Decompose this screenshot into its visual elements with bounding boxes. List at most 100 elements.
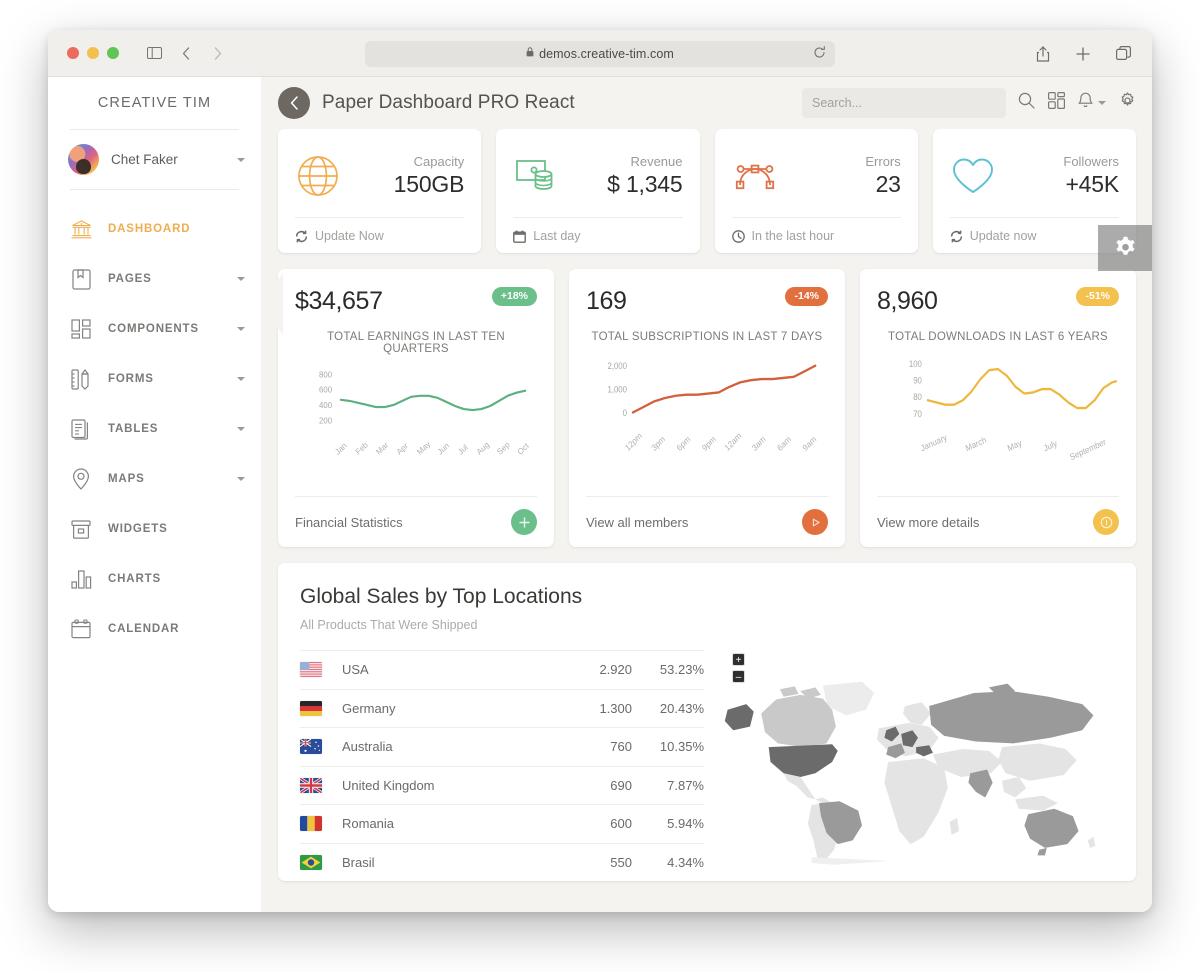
svg-text:90: 90 [913,375,922,386]
chart-plot-downloads[interactable]: 100 90 80 70 January March May [877,349,1119,496]
svg-text:July: July [1042,437,1059,453]
country-value: 1.300 [562,701,632,716]
svg-text:0: 0 [623,407,628,418]
table-row[interactable]: Germany 1.300 20.43% [300,689,704,728]
table-row[interactable]: United Kingdom 690 7.87% [300,766,704,805]
browser-back-button[interactable] [173,40,199,66]
chart-plot-earnings[interactable]: 800 600 400 200 Jan Feb Mar [295,361,537,496]
notifications-button[interactable] [1078,92,1106,114]
browser-forward-button[interactable] [205,40,231,66]
grid-icon [70,318,92,340]
sidebar-item-forms[interactable]: FORMS [48,354,261,404]
stat-value: +45K [1006,171,1119,198]
sidebar-item-tables[interactable]: TABLES [48,404,261,454]
new-tab-icon[interactable] [1070,41,1096,67]
user-profile-row[interactable]: Chet Faker [48,130,261,189]
chevron-down-icon[interactable] [237,427,245,431]
map-zoom-out-button[interactable]: – [732,670,745,683]
main-content: Paper Dashboard PRO React Search... [261,77,1152,912]
chevron-down-icon[interactable] [237,158,245,162]
sidebar-item-calendar[interactable]: CALENDAR [48,604,261,654]
topbar-actions [1018,92,1136,114]
table-row[interactable]: Australia 760 10.35% [300,727,704,766]
sidebar-item-charts[interactable]: CHARTS [48,554,261,604]
vector-icon [732,153,778,199]
chart-footer-label: View all members [586,515,802,530]
chart-plot-subscriptions[interactable]: 2,000 1,000 0 12pm 3pm 6pm 9pm [586,349,828,496]
sidebar-toggle-icon[interactable] [141,40,167,66]
info-button[interactable] [1093,509,1119,535]
settings-panel-toggle[interactable] [1098,225,1152,271]
chevron-down-icon [1098,101,1106,105]
world-map[interactable]: + – [722,650,1114,875]
country-name: Romania [342,816,562,831]
stat-value: 23 [788,171,901,198]
sidebar-nav: DASHBOARD PAGES COMPONENTS [48,190,261,654]
svg-text:Feb: Feb [354,440,370,457]
search-input[interactable]: Search... [802,88,1006,118]
minimize-window-button[interactable] [87,47,99,59]
table-row[interactable]: USA 2.920 53.23% [300,650,704,689]
sidebar-item-pages[interactable]: PAGES [48,254,261,304]
stat-card-capacity: Capacity 150GB Update Now [278,129,481,253]
sidebar-item-label: WIDGETS [108,523,245,535]
refresh-icon [295,230,308,243]
tabs-overview-icon[interactable] [1110,41,1136,67]
sales-table: USA 2.920 53.23% Germany 1.300 20.43 [300,650,704,881]
gear-icon [1112,235,1139,262]
stat-footer[interactable]: Update Now [295,218,464,243]
sidebar-item-widgets[interactable]: WIDGETS [48,504,261,554]
map-zoom-in-button[interactable]: + [732,653,745,666]
stat-footer[interactable]: Update now [950,218,1119,243]
add-button[interactable] [511,509,537,535]
table-row[interactable]: Romania 600 5.94% [300,804,704,843]
stat-footer-label: Update Now [315,229,384,243]
stat-label: Followers [1006,154,1119,170]
chart-footer-label: Financial Statistics [295,515,511,530]
chevron-down-icon[interactable] [237,477,245,481]
search-icon[interactable] [1018,92,1035,114]
globe-icon [295,153,341,199]
address-bar-url: demos.creative-tim.com [539,47,674,61]
chart-headline-value: 169 [586,287,785,316]
brand-title[interactable]: CREATIVE TIM [48,77,261,129]
address-bar[interactable]: demos.creative-tim.com [365,41,835,67]
country-percent: 5.94% [632,816,704,831]
sidebar-item-label: MAPS [108,473,221,485]
sidebar-item-label: CALENDAR [108,623,245,635]
chevron-down-icon[interactable] [237,327,245,331]
svg-text:200: 200 [319,416,333,425]
chart-card-subscriptions: 169 -14% TOTAL SUBSCRIPTIONS IN LAST 7 D… [569,269,845,547]
country-name: Brasil [342,855,562,870]
svg-text:12pm: 12pm [623,430,644,453]
gear-icon[interactable] [1119,92,1136,114]
chevron-down-icon[interactable] [237,377,245,381]
svg-text:Aug: Aug [475,440,491,457]
sidebar-item-components[interactable]: COMPONENTS [48,304,261,354]
play-button[interactable] [802,509,828,535]
country-percent: 20.43% [632,701,704,716]
chevron-down-icon[interactable] [237,277,245,281]
table-row[interactable]: Brasil 550 4.34% [300,843,704,882]
share-icon[interactable] [1030,41,1056,67]
stat-footer[interactable]: Last day [513,218,682,243]
close-window-button[interactable] [67,47,79,59]
status-badge: +18% [492,287,537,306]
sidebar-item-dashboard[interactable]: DASHBOARD [48,204,261,254]
maximize-window-button[interactable] [107,47,119,59]
reload-icon[interactable] [813,46,826,64]
status-badge: -51% [1076,287,1119,306]
world-map-svg [722,650,1114,875]
app-container: CREATIVE TIM Chet Faker DASHBOARD [48,77,1152,912]
country-value: 2.920 [562,662,632,677]
svg-text:80: 80 [913,392,922,403]
flag-gb-icon [300,778,322,793]
sidebar-item-label: TABLES [108,423,221,435]
svg-text:Jun: Jun [436,441,451,457]
sidebar-item-maps[interactable]: MAPS [48,454,261,504]
back-button[interactable] [278,87,310,119]
layout-grid-icon[interactable] [1048,92,1065,114]
box-icon [70,518,92,540]
stat-footer[interactable]: In the last hour [732,218,901,243]
sidebar: CREATIVE TIM Chet Faker DASHBOARD [48,77,261,912]
